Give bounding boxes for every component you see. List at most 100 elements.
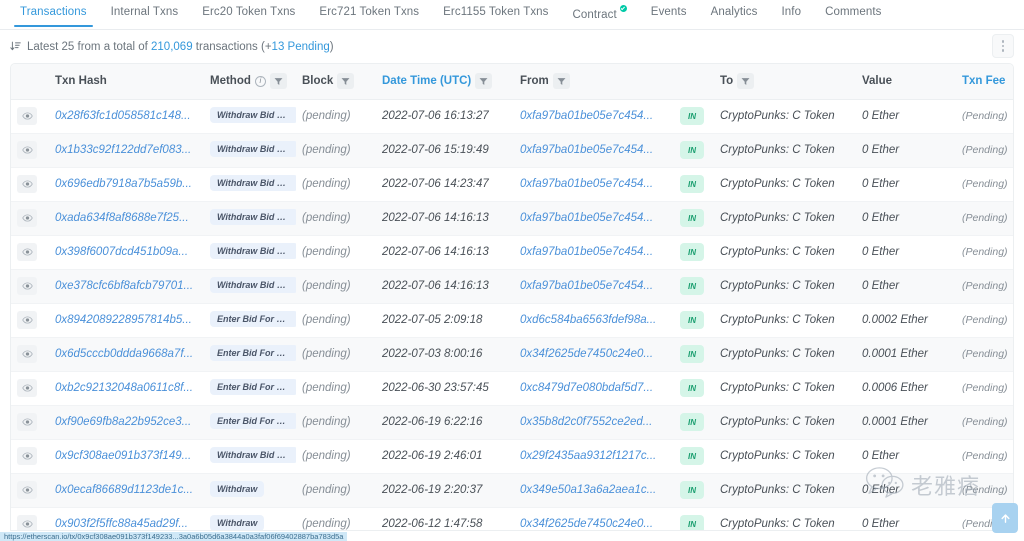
eye-icon[interactable]: [17, 413, 37, 431]
to-address-label[interactable]: CryptoPunks: C Token: [720, 382, 835, 394]
to-address-label[interactable]: CryptoPunks: C Token: [720, 450, 835, 462]
eye-icon[interactable]: [17, 345, 37, 363]
method-badge[interactable]: Enter Bid For Pu...: [210, 310, 296, 327]
from-address-cell: 0xd6c584ba6563fdef98a...: [514, 303, 674, 338]
method-badge[interactable]: Withdraw Bid For...: [210, 106, 296, 123]
eye-icon[interactable]: [17, 175, 37, 193]
txn-hash-link[interactable]: 0x1b33c92f122dd7ef083...: [55, 144, 191, 156]
eye-icon[interactable]: [17, 379, 37, 397]
txn-hash-link[interactable]: 0xada634f8af8688e7f25...: [55, 212, 189, 224]
tab-erc20-token-txns[interactable]: Erc20 Token Txns: [190, 0, 307, 26]
method-badge[interactable]: Withdraw Bid For...: [210, 242, 296, 259]
tab-label: Contract: [572, 8, 617, 21]
to-address-cell: CryptoPunks: C Token: [714, 201, 856, 236]
eye-icon[interactable]: [17, 447, 37, 465]
txn-hash-link[interactable]: 0xe378cfc6bf8afcb79701...: [55, 280, 193, 292]
method-badge[interactable]: Enter Bid For Pu...: [210, 412, 296, 429]
from-address-link[interactable]: 0xfa97ba01be05e7c454...: [520, 110, 653, 122]
column-header-label: Value: [862, 75, 893, 88]
column-header-label[interactable]: Txn Fee: [962, 75, 1005, 87]
txn-hash-link[interactable]: 0x6d5cccb0ddda9668a7f...: [55, 348, 193, 360]
tab-contract[interactable]: Contract: [561, 0, 639, 29]
eye-icon[interactable]: [17, 311, 37, 329]
from-address-link[interactable]: 0x35b8d2c0f7552ce2ed...: [520, 416, 652, 428]
txn-hash-link[interactable]: 0x903f2f5ffc88a45ad29f...: [55, 518, 188, 530]
to-address-label[interactable]: CryptoPunks: C Token: [720, 110, 835, 122]
txn-hash-link[interactable]: 0x0ecaf86689d1123de1c...: [55, 484, 193, 496]
txn-hash-link[interactable]: 0x398f6007dcd451b09a...: [55, 246, 188, 258]
from-address-link[interactable]: 0xfa97ba01be05e7c454...: [520, 246, 653, 258]
tab-internal-txns[interactable]: Internal Txns: [99, 0, 191, 26]
to-address-label[interactable]: CryptoPunks: C Token: [720, 348, 835, 360]
direction-badge: IN: [680, 379, 704, 397]
method-badge[interactable]: Withdraw Bid For...: [210, 276, 296, 293]
eye-icon[interactable]: [17, 277, 37, 295]
from-address-link[interactable]: 0x34f2625de7450c24e0...: [520, 348, 653, 360]
txn-hash-link[interactable]: 0x28f63fc1d058581c148...: [55, 110, 191, 122]
from-address-link[interactable]: 0x349e50a13a6a2aea1c...: [520, 484, 656, 496]
method-badge[interactable]: Withdraw Bid For...: [210, 446, 296, 463]
preview-cell: [11, 439, 49, 474]
filter-icon[interactable]: [737, 73, 755, 90]
tab-erc1155-token-txns[interactable]: Erc1155 Token Txns: [431, 0, 560, 26]
eye-icon[interactable]: [17, 481, 37, 499]
info-icon[interactable]: i: [254, 75, 266, 87]
from-address-link[interactable]: 0x34f2625de7450c24e0...: [520, 518, 653, 530]
column-header-label: To: [720, 75, 734, 88]
pending-count-link[interactable]: 13 Pending: [272, 41, 330, 53]
tab-analytics[interactable]: Analytics: [699, 0, 770, 26]
txn-hash-link[interactable]: 0xf90e69fb8a22b952ce3...: [55, 416, 191, 428]
from-address-cell: 0x29f2435aa9312f1217c...: [514, 439, 674, 474]
to-address-label[interactable]: CryptoPunks: C Token: [720, 212, 835, 224]
txn-hash-link[interactable]: 0xb2c92132048a0611c8f...: [55, 382, 193, 394]
method-badge[interactable]: Withdraw Bid For...: [210, 208, 296, 225]
tab-info[interactable]: Info: [769, 0, 813, 26]
filter-icon[interactable]: [337, 73, 355, 90]
txn-hash-link[interactable]: 0x696edb7918a7b5a59b...: [55, 178, 192, 190]
to-address-label[interactable]: CryptoPunks: C Token: [720, 178, 835, 190]
to-address-label[interactable]: CryptoPunks: C Token: [720, 416, 835, 428]
to-address-label[interactable]: CryptoPunks: C Token: [720, 484, 835, 496]
filter-icon[interactable]: [269, 73, 287, 90]
total-transactions-count[interactable]: 210,069: [151, 41, 193, 53]
datetime-cell: 2022-07-06 14:16:13: [376, 269, 514, 304]
to-address-label[interactable]: CryptoPunks: C Token: [720, 518, 835, 530]
from-address-link[interactable]: 0xfa97ba01be05e7c454...: [520, 144, 653, 156]
method-badge[interactable]: Withdraw Bid For...: [210, 174, 296, 191]
scroll-to-top-button[interactable]: [992, 503, 1018, 533]
txn-hash-link[interactable]: 0x8942089228957814b5...: [55, 314, 192, 326]
to-address-label[interactable]: CryptoPunks: C Token: [720, 314, 835, 326]
method-badge[interactable]: Withdraw: [210, 480, 265, 497]
sort-descending-icon[interactable]: [10, 41, 21, 52]
filter-icon[interactable]: [552, 73, 570, 90]
method-badge[interactable]: Enter Bid For Pu...: [210, 378, 296, 395]
method-badge[interactable]: Withdraw Bid For...: [210, 140, 296, 157]
tab-transactions[interactable]: Transactions: [8, 0, 99, 27]
tab-erc721-token-txns[interactable]: Erc721 Token Txns: [307, 0, 431, 26]
tab-comments[interactable]: Comments: [813, 0, 893, 26]
datetime-value: 2022-06-12 1:47:58: [382, 518, 483, 531]
more-options-button[interactable]: [992, 34, 1014, 58]
from-address-link[interactable]: 0xc8479d7e080bdaf5d7...: [520, 382, 653, 394]
from-address-link[interactable]: 0xfa97ba01be05e7c454...: [520, 212, 653, 224]
from-address-link[interactable]: 0xd6c584ba6563fdef98a...: [520, 314, 656, 326]
eye-icon[interactable]: [17, 209, 37, 227]
method-badge[interactable]: Withdraw: [210, 514, 265, 530]
to-address-label[interactable]: CryptoPunks: C Token: [720, 246, 835, 258]
method-badge[interactable]: Enter Bid For Pu...: [210, 344, 296, 361]
eye-icon[interactable]: [17, 243, 37, 261]
eye-icon[interactable]: [17, 515, 37, 530]
txn-fee-cell: (Pending): [956, 99, 1013, 134]
from-address-link[interactable]: 0xfa97ba01be05e7c454...: [520, 178, 653, 190]
column-header-hash: Txn Hash: [49, 64, 204, 100]
to-address-label[interactable]: CryptoPunks: C Token: [720, 144, 835, 156]
eye-icon[interactable]: [17, 141, 37, 159]
eye-icon[interactable]: [17, 107, 37, 125]
from-address-link[interactable]: 0xfa97ba01be05e7c454...: [520, 280, 653, 292]
filter-icon[interactable]: [475, 73, 493, 90]
to-address-label[interactable]: CryptoPunks: C Token: [720, 280, 835, 292]
column-header-label[interactable]: Date Time (UTC): [382, 75, 471, 87]
from-address-link[interactable]: 0x29f2435aa9312f1217c...: [520, 450, 656, 462]
tab-events[interactable]: Events: [639, 0, 699, 26]
txn-hash-link[interactable]: 0x9cf308ae091b373f149...: [55, 450, 191, 462]
